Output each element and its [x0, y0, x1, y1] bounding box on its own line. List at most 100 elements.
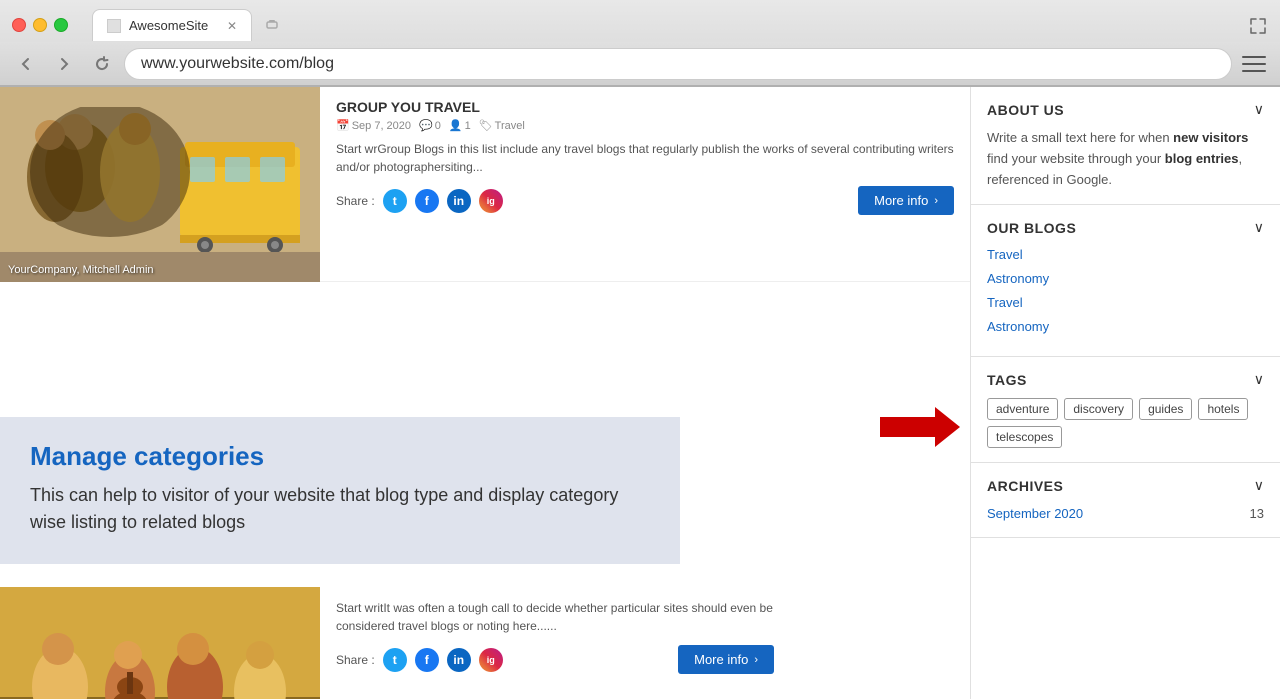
post-body-1: GROUP YOU TRAVEL 📅 Sep 7, 2020 💬 0 👤 1	[320, 87, 970, 281]
archive-item: September 2020 13	[987, 504, 1264, 523]
post-image-2: YourCompany, Mitchell Admin	[0, 587, 320, 699]
linkedin-icon-1[interactable]: in	[447, 189, 471, 213]
highlight-title: Manage categories	[30, 441, 650, 472]
linkedin-icon-2[interactable]: in	[447, 648, 471, 672]
guitar-scene-svg	[0, 587, 320, 699]
hamburger-line-2	[1242, 63, 1266, 65]
list-item: Travel	[987, 246, 1264, 264]
post-meta-1: 📅 Sep 7, 2020 💬 0 👤 1 🏷 Travel	[336, 119, 954, 132]
arrow-icon-2: ›	[754, 654, 758, 666]
list-item: Astronomy	[987, 318, 1264, 336]
tab-close-icon[interactable]: ✕	[227, 19, 237, 33]
tags-container: adventure discovery guides hotels telesc…	[987, 398, 1264, 448]
comment-icon-1: 💬	[419, 119, 433, 132]
share-label-2: Share :	[336, 653, 375, 667]
facebook-icon-1[interactable]: f	[415, 189, 439, 213]
post-comments-1: 💬 0	[419, 119, 441, 132]
facebook-icon-2[interactable]: f	[415, 648, 439, 672]
blog-post-1: YourCompany, Mitchell Admin GROUP YOU TR…	[0, 87, 970, 282]
tags-chevron-icon[interactable]: ∨	[1254, 371, 1264, 388]
post-thumbnail-2	[0, 587, 320, 699]
instagram-icon-1[interactable]: ig	[479, 189, 503, 213]
forward-button[interactable]	[48, 48, 80, 80]
sidebar-about-header: ABOUT US ∨	[987, 101, 1264, 118]
highlight-overlay: Manage categories This can help to visit…	[0, 417, 680, 564]
fullscreen-icon[interactable]	[1248, 16, 1268, 41]
calendar-icon-1: 📅	[336, 119, 350, 132]
minimize-button[interactable]	[33, 18, 47, 32]
browser-chrome: AwesomeSite ✕	[0, 0, 1280, 87]
tram-scene-svg	[0, 87, 320, 282]
about-title: ABOUT US	[987, 102, 1064, 118]
post-footer-2: Share : t f in ig More info ›	[336, 645, 774, 674]
tag-guides[interactable]: guides	[1139, 398, 1192, 420]
share-label-1: Share :	[336, 194, 375, 208]
post-users-1: 👤 1	[449, 119, 471, 132]
blog-link-travel-1[interactable]: Travel	[987, 247, 1023, 262]
twitter-icon-1[interactable]: t	[383, 189, 407, 213]
post-excerpt-1: Start wrGroup Blogs in this list include…	[336, 140, 954, 176]
url-text: www.yourwebsite.com/blog	[141, 55, 334, 73]
post-footer-1: Share : t f in ig More info ›	[336, 186, 954, 215]
tags-title: TAGS	[987, 372, 1027, 388]
user-icon-1: 👤	[449, 119, 463, 132]
about-chevron-icon[interactable]: ∨	[1254, 101, 1264, 118]
post-date-1: 📅 Sep 7, 2020	[336, 119, 411, 132]
sidebar-tags-header: TAGS ∨	[987, 371, 1264, 388]
blog-link-astronomy-2[interactable]: Astronomy	[987, 319, 1049, 334]
list-item: Travel	[987, 294, 1264, 312]
nav-bar: www.yourwebsite.com/blog	[0, 42, 1280, 86]
post-body-2: Start writIt was often a tough call to d…	[320, 587, 790, 699]
reload-button[interactable]	[86, 48, 118, 80]
tag-telescopes[interactable]: telescopes	[987, 426, 1062, 448]
title-bar: AwesomeSite ✕	[0, 0, 1280, 42]
archives-chevron-icon[interactable]: ∨	[1254, 477, 1264, 494]
sidebar-blogs: OUR BLOGS ∨ Travel Astronomy Travel Astr…	[971, 205, 1280, 357]
more-info-button-2[interactable]: More info ›	[678, 645, 774, 674]
archive-count-sep2020: 13	[1250, 506, 1264, 521]
tag-adventure[interactable]: adventure	[987, 398, 1058, 420]
traffic-lights	[12, 18, 68, 32]
back-icon	[18, 56, 34, 72]
blog-link-travel-2[interactable]: Travel	[987, 295, 1023, 310]
more-info-button-1[interactable]: More info ›	[858, 186, 954, 215]
tag-discovery[interactable]: discovery	[1064, 398, 1133, 420]
sidebar: ABOUT US ∨ Write a small text here for w…	[970, 87, 1280, 699]
twitter-icon-2[interactable]: t	[383, 648, 407, 672]
menu-button[interactable]	[1238, 48, 1270, 80]
new-tab-button[interactable]	[258, 11, 286, 39]
blog-link-astronomy-1[interactable]: Astronomy	[987, 271, 1049, 286]
sidebar-tags: TAGS ∨ adventure discovery guides hotels…	[971, 357, 1280, 463]
list-item: Astronomy	[987, 270, 1264, 288]
archive-link-sep2020[interactable]: September 2020	[987, 506, 1083, 521]
new-tab-icon	[264, 17, 280, 33]
sidebar-blogs-header: OUR BLOGS ∨	[987, 219, 1264, 236]
tab-bar: AwesomeSite ✕	[92, 9, 1268, 41]
back-button[interactable]	[10, 48, 42, 80]
page-content: YourCompany, Mitchell Admin GROUP YOU TR…	[0, 87, 1280, 699]
arrow-icon-1: ›	[934, 195, 938, 207]
browser-tab[interactable]: AwesomeSite ✕	[92, 9, 252, 41]
main-content: YourCompany, Mitchell Admin GROUP YOU TR…	[0, 87, 970, 699]
address-bar[interactable]: www.yourwebsite.com/blog	[124, 48, 1232, 80]
sidebar-about: ABOUT US ∨ Write a small text here for w…	[971, 87, 1280, 205]
maximize-button[interactable]	[54, 18, 68, 32]
instagram-icon-2[interactable]: ig	[479, 648, 503, 672]
post-excerpt-2: Start writIt was often a tough call to d…	[336, 599, 774, 635]
blog-links-list: Travel Astronomy Travel Astronomy	[987, 246, 1264, 336]
blogs-chevron-icon[interactable]: ∨	[1254, 219, 1264, 236]
post-thumbnail-1	[0, 87, 320, 282]
forward-icon	[56, 56, 72, 72]
tag-icon-1: 🏷	[479, 119, 493, 132]
about-text: Write a small text here for when new vis…	[987, 128, 1264, 190]
sidebar-archives-header: ARCHIVES ∨	[987, 477, 1264, 494]
post-title-1: GROUP YOU TRAVEL	[336, 99, 954, 115]
hamburger-line-1	[1242, 56, 1266, 58]
archives-title: ARCHIVES	[987, 478, 1063, 494]
blogs-title: OUR BLOGS	[987, 220, 1076, 236]
close-button[interactable]	[12, 18, 26, 32]
highlight-text: This can help to visitor of your website…	[30, 482, 650, 536]
tab-favicon	[107, 19, 121, 33]
reload-icon	[94, 56, 110, 72]
tag-hotels[interactable]: hotels	[1198, 398, 1248, 420]
